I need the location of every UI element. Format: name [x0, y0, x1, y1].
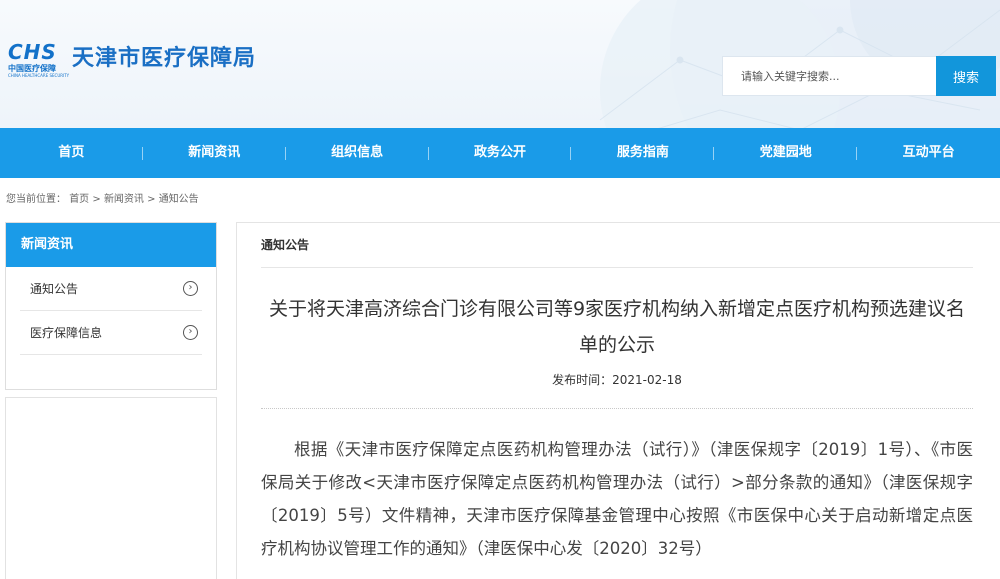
article-title: 关于将天津高济综合门诊有限公司等9家医疗机构纳入新增定点医疗机构预选建议名单的公… [268, 298, 966, 356]
sidebar: 新闻资讯 通知公告 › 医疗保障信息 › [5, 222, 217, 390]
chevron-right-circle-icon: › [183, 281, 198, 296]
chevron-right-circle-icon: › [183, 325, 198, 340]
publish-label: 发布时间： [552, 373, 613, 387]
nav-item-interaction[interactable]: 互动平台 [857, 128, 1000, 178]
nav-item-home[interactable]: 首页 [0, 128, 143, 178]
breadcrumb-separator: > [89, 194, 104, 205]
main-nav: 首页 新闻资讯 组织信息 政务公开 服务指南 党建园地 互动平台 [0, 128, 1000, 178]
sidebar-item-notices[interactable]: 通知公告 › [20, 267, 202, 311]
site-logo[interactable]: CHS 中国医疗保障 CHINA HEALTHCARE SECURITY [8, 40, 69, 78]
site-title: 天津市医疗保障局 [72, 46, 257, 71]
breadcrumb-prefix: 您当前位置： [6, 194, 66, 205]
breadcrumb-news[interactable]: 新闻资讯 [104, 194, 144, 205]
dotted-divider [261, 408, 973, 409]
sidebar-item-label: 通知公告 [30, 282, 79, 296]
nav-item-party-building[interactable]: 党建园地 [714, 128, 858, 178]
search-button[interactable]: 搜索 [936, 56, 996, 96]
nav-item-organization[interactable]: 组织信息 [286, 128, 429, 178]
divider [261, 267, 973, 268]
search-bar: 搜索 [722, 56, 996, 96]
nav-item-government-affairs[interactable]: 政务公开 [429, 128, 572, 178]
sidebar-item-medical-info[interactable]: 医疗保障信息 › [20, 311, 202, 355]
search-input[interactable] [722, 56, 936, 96]
nav-item-news[interactable]: 新闻资讯 [143, 128, 286, 178]
nav-item-service-guide[interactable]: 服务指南 [571, 128, 715, 178]
article-body: 根据《天津市医疗保障定点医药机构管理办法（试行）》（津医保规字〔2019〕1号）… [261, 440, 973, 558]
breadcrumb-notices[interactable]: 通知公告 [159, 194, 199, 205]
breadcrumb-home[interactable]: 首页 [69, 194, 89, 205]
article-panel: 通知公告 关于将天津高济综合门诊有限公司等9家医疗机构纳入新增定点医疗机构预选建… [236, 222, 1000, 579]
logo-mark: CHS [8, 40, 57, 64]
sidebar-lower-panel [5, 397, 217, 579]
publish-date: 2021-02-18 [612, 373, 682, 387]
sidebar-item-label: 医疗保障信息 [30, 326, 103, 340]
publish-info: 发布时间：2021-02-18 [261, 371, 973, 389]
sidebar-title: 新闻资讯 [6, 223, 216, 267]
breadcrumb: 您当前位置： 首页 > 新闻资讯 > 通知公告 [6, 192, 199, 208]
site-header: CHS 中国医疗保障 CHINA HEALTHCARE SECURITY 天津市… [0, 0, 1000, 128]
logo-cn-text: 中国医疗保障 [8, 64, 56, 73]
logo-en-text: CHINA HEALTHCARE SECURITY [8, 73, 70, 78]
section-title: 通知公告 [261, 238, 310, 252]
breadcrumb-separator: > [143, 194, 159, 205]
